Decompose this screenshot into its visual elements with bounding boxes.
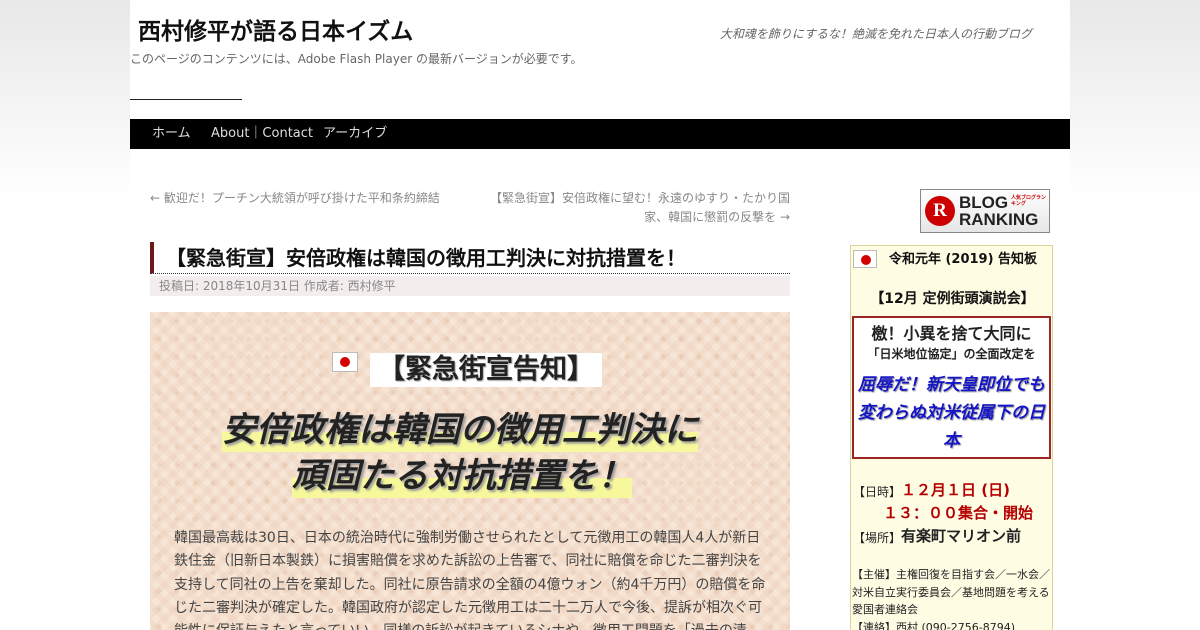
banner-notice-title: 【緊急街宣告知】 [370,353,602,387]
flash-player-notice: このページのコンテンツには、Adobe Flash Player の最新バージョ… [130,52,583,66]
posted-label: 投稿日: [159,279,200,293]
page-container: 西村修平が語る日本イズム 大和魂を飾りにするな！絶滅を免れた日本人の行動ブログ … [130,0,1070,630]
place-label: 【場所】 [853,531,902,545]
ranking-small-label: 人気ブログランキング [1011,195,1047,207]
event-date: １２月１日 (日) [901,481,1010,499]
theme-slogan: 屈辱だ！新天皇即位でも変わらぬ対米従属下の日本 [858,375,1045,451]
site-tagline: 大和魂を飾りにするな！絶滅を免れた日本人の行動ブログ [719,27,1032,41]
event-contact: 【連絡】西村 (090-2756-8794) [852,621,1016,630]
ranking-line2: RANKING [959,210,1039,229]
date-label: 【日時】 [853,485,902,499]
event-title: 【12月 定例街頭演説会】 [870,291,1035,307]
theme-line2: 「日米地位協定」の全面改定を [867,347,1036,361]
prev-post-link[interactable]: ← 歓迎だ！プーチン大統領が呼び掛けた平和条約締結 [150,189,440,208]
event-theme-box: 檄！小異を捨て大同に 「日米地位協定」の全面改定を 屈辱だ！新天皇即位でも変わら… [852,316,1051,459]
banner-headline-line1: 安倍政権は韓国の徴用工判決に [222,408,698,452]
post-title: 【緊急街宣】安倍政権は韓国の徴用工判決に対抗措置を！ [150,242,790,274]
site-title[interactable]: 西村修平が語る日本イズム [138,12,413,46]
post-meta: 投稿日: 2018年10月31日 作成者: 西村修平 [150,276,790,296]
post-body: 韓国最高裁は30日、日本の統治時代に強制労働させられたとして元徴用工の韓国人4人… [174,530,766,630]
event-organizer: 【主催】主権回復を目指す会／一水会／対米自立実行委員会／基地問題を考える愛国者連… [852,568,1050,616]
main-nav: ホーム About｜Contact アーカイブ [130,119,1070,149]
post-banner: 【緊急街宣告知】 安倍政権は韓国の徴用工判決に 頑固たる対抗措置を！ 韓国最高裁… [150,312,790,630]
next-post-line1: 【緊急街宣】安倍政権に望む！永遠のゆすり・たかり国 [489,191,790,205]
nav-item-home[interactable]: ホーム [152,119,191,149]
event-place: 有楽町マリオン前 [901,527,1022,545]
author-label: 作成者: [303,279,344,293]
post-author-link[interactable]: 西村修平 [348,279,396,293]
blog-ranking-badge[interactable]: R BLOG RANKING 人気ブログランキング [920,189,1050,233]
nav-item-archive[interactable]: アーカイブ [323,119,387,149]
event-time: １３：００集合・開始 [883,504,1034,522]
next-post-line2: 家、韓国に懲罰の反撃を → [644,210,790,224]
next-post-link[interactable]: 【緊急街宣】安倍政権に望む！永遠のゆすり・たかり国 家、韓国に懲罰の反撃を → [470,189,790,227]
post-date-link[interactable]: 2018年10月31日 [203,279,300,293]
notice-board-title: 令和元年 (2019) 告知板 [888,252,1038,267]
ranking-logo-icon: R [925,196,955,226]
notice-board-widget: 令和元年 (2019) 告知板 【12月 定例街頭演説会】 檄！小異を捨て大同に… [850,245,1053,630]
divider [130,99,242,100]
nav-item-about[interactable]: About｜Contact [211,119,313,149]
banner-headline-line2: 頑固たる対抗措置を！ [292,454,632,498]
japan-flag-icon [332,352,358,372]
theme-line1: 檄！小異を捨て大同に [871,324,1032,343]
